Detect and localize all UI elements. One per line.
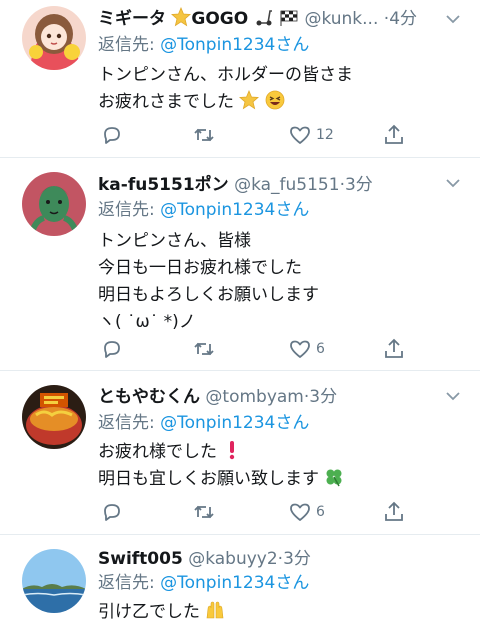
- tweet[interactable]: ともやむくん @tombyam·3分 返信先: @Tonpin1234さん お疲…: [0, 371, 480, 535]
- tweet-header: Swift005 @kabuyy2·3分: [98, 546, 446, 572]
- timestamp[interactable]: 3分: [345, 175, 373, 195]
- handle[interactable]: @kunk...: [304, 9, 378, 29]
- handle[interactable]: @tombyam: [205, 387, 303, 407]
- tweet-text-line: ヽ( ˙ω˙ *)ノ: [98, 312, 196, 332]
- tweet-text-line: お疲れさまでした: [98, 92, 234, 112]
- tweet-header: ka-fu5151ポン @ka_fu5151·3分: [98, 172, 446, 198]
- like-count: 6: [316, 341, 325, 357]
- retweet-button[interactable]: [192, 120, 220, 150]
- share-icon: [385, 338, 403, 358]
- exclamation-emoji-icon: [222, 441, 242, 462]
- like-button[interactable]: 6: [288, 334, 325, 364]
- display-name[interactable]: ka-fu5151ポン: [98, 175, 229, 195]
- retweet-icon: [194, 342, 214, 356]
- reply-prefix: 返信先:: [98, 35, 161, 55]
- handle[interactable]: @ka_fu5151: [234, 175, 340, 195]
- chevron-down-icon[interactable]: [446, 391, 460, 401]
- tweet-feed: ミギータ GOGO @kunk... ·4分 返信先: @Tonpin1234さ…: [0, 0, 480, 636]
- tweet-actions: 12: [98, 120, 418, 150]
- retweet-button[interactable]: [192, 497, 220, 527]
- tweet-actions: 6: [98, 334, 418, 364]
- share-icon: [385, 501, 403, 521]
- timestamp[interactable]: 4分: [389, 9, 417, 29]
- retweet-icon: [194, 128, 214, 142]
- tweet-text-line: 今日も一日お疲れ様でした: [98, 258, 302, 278]
- tweet-text-line: 明日も宜しくお願い致します: [98, 469, 319, 489]
- star-emoji-icon: [171, 7, 192, 29]
- reply-mention-link[interactable]: @Tonpin1234さん: [160, 200, 309, 220]
- reply-prefix: 返信先:: [98, 573, 161, 593]
- tweet-text-line: 引け乙でした: [98, 602, 200, 622]
- retweet-button[interactable]: [192, 334, 220, 364]
- tweet-text-line: トンピンさん、ホルダーの皆さま: [98, 65, 353, 85]
- share-button[interactable]: [382, 120, 406, 150]
- timestamp[interactable]: 3分: [309, 387, 337, 407]
- reply-button[interactable]: [100, 120, 128, 150]
- chevron-down-icon[interactable]: [446, 14, 460, 24]
- like-count: 12: [316, 127, 334, 143]
- like-count: 6: [316, 504, 325, 520]
- tweet-text-line: 明日もよろしくお願いします: [98, 285, 319, 305]
- display-name[interactable]: Swift005: [98, 549, 183, 569]
- tweet-header: ともやむくん @tombyam·3分: [98, 384, 446, 410]
- reply-prefix: 返信先:: [98, 200, 161, 220]
- reply-mention-link[interactable]: @Tonpin1234さん: [160, 35, 309, 55]
- reply-icon: [104, 127, 120, 144]
- heart-icon: [290, 126, 310, 144]
- tweet-text-line: お疲れ様でした: [98, 442, 217, 462]
- tweet-text: お疲れ様でした 明日も宜しくお願い致します: [98, 439, 344, 493]
- share-button[interactable]: [382, 334, 406, 364]
- reply-context: 返信先: @Tonpin1234さん: [98, 411, 309, 435]
- checkered-flag-emoji-icon: [279, 9, 299, 29]
- reply-context: 返信先: @Tonpin1234さん: [98, 33, 309, 57]
- share-button[interactable]: [382, 497, 406, 527]
- share-icon: [385, 124, 403, 144]
- tweet-text: トンピンさん、ホルダーの皆さま お疲れさまでした: [98, 62, 353, 116]
- display-name[interactable]: ミギータ: [98, 9, 166, 29]
- reply-button[interactable]: [100, 497, 128, 527]
- like-button[interactable]: 6: [288, 497, 325, 527]
- reply-context: 返信先: @Tonpin1234さん: [98, 198, 309, 222]
- like-button[interactable]: 12: [288, 120, 334, 150]
- tweet-text: 引け乙でした: [98, 599, 225, 626]
- tweet[interactable]: Swift005 @kabuyy2·3分 返信先: @Tonpin1234さん …: [0, 535, 480, 636]
- reply-button[interactable]: [100, 334, 128, 364]
- tweet-text-line: トンピンさん、皆様: [98, 231, 251, 251]
- heart-icon: [290, 340, 310, 358]
- heart-icon: [290, 503, 310, 521]
- avatar[interactable]: [22, 172, 86, 236]
- display-name-suffix: GOGO: [191, 9, 249, 29]
- tweet[interactable]: ミギータ GOGO @kunk... ·4分 返信先: @Tonpin1234さ…: [0, 0, 480, 158]
- reply-mention-link[interactable]: @Tonpin1234さん: [160, 573, 309, 593]
- star-emoji-icon: [239, 90, 260, 112]
- tweet-actions: 6: [98, 497, 418, 527]
- four-leaf-clover-emoji-icon: [324, 469, 344, 489]
- avatar[interactable]: [22, 6, 86, 70]
- avatar[interactable]: [22, 549, 86, 613]
- scooter-emoji-icon: [254, 9, 274, 29]
- laughing-face-emoji-icon: [265, 90, 285, 112]
- display-name[interactable]: ともやむくん: [98, 387, 200, 407]
- tweet-header: ミギータ GOGO @kunk... ·4分: [98, 6, 446, 32]
- reply-icon: [104, 341, 120, 358]
- tweet-text: トンピンさん、皆様 今日も一日お疲れ様でした 明日もよろしくお願いします ヽ( …: [98, 228, 319, 336]
- retweet-icon: [194, 505, 214, 519]
- timestamp[interactable]: 3分: [283, 549, 311, 569]
- reply-icon: [104, 504, 120, 521]
- avatar[interactable]: [22, 385, 86, 449]
- handle[interactable]: @kabuyy2: [188, 549, 277, 569]
- raising-hands-emoji-icon: [205, 601, 225, 622]
- reply-mention-link[interactable]: @Tonpin1234さん: [160, 413, 309, 433]
- tweet[interactable]: ka-fu5151ポン @ka_fu5151·3分 返信先: @Tonpin12…: [0, 158, 480, 371]
- chevron-down-icon[interactable]: [446, 178, 460, 188]
- reply-context: 返信先: @Tonpin1234さん: [98, 571, 309, 595]
- reply-prefix: 返信先:: [98, 413, 161, 433]
